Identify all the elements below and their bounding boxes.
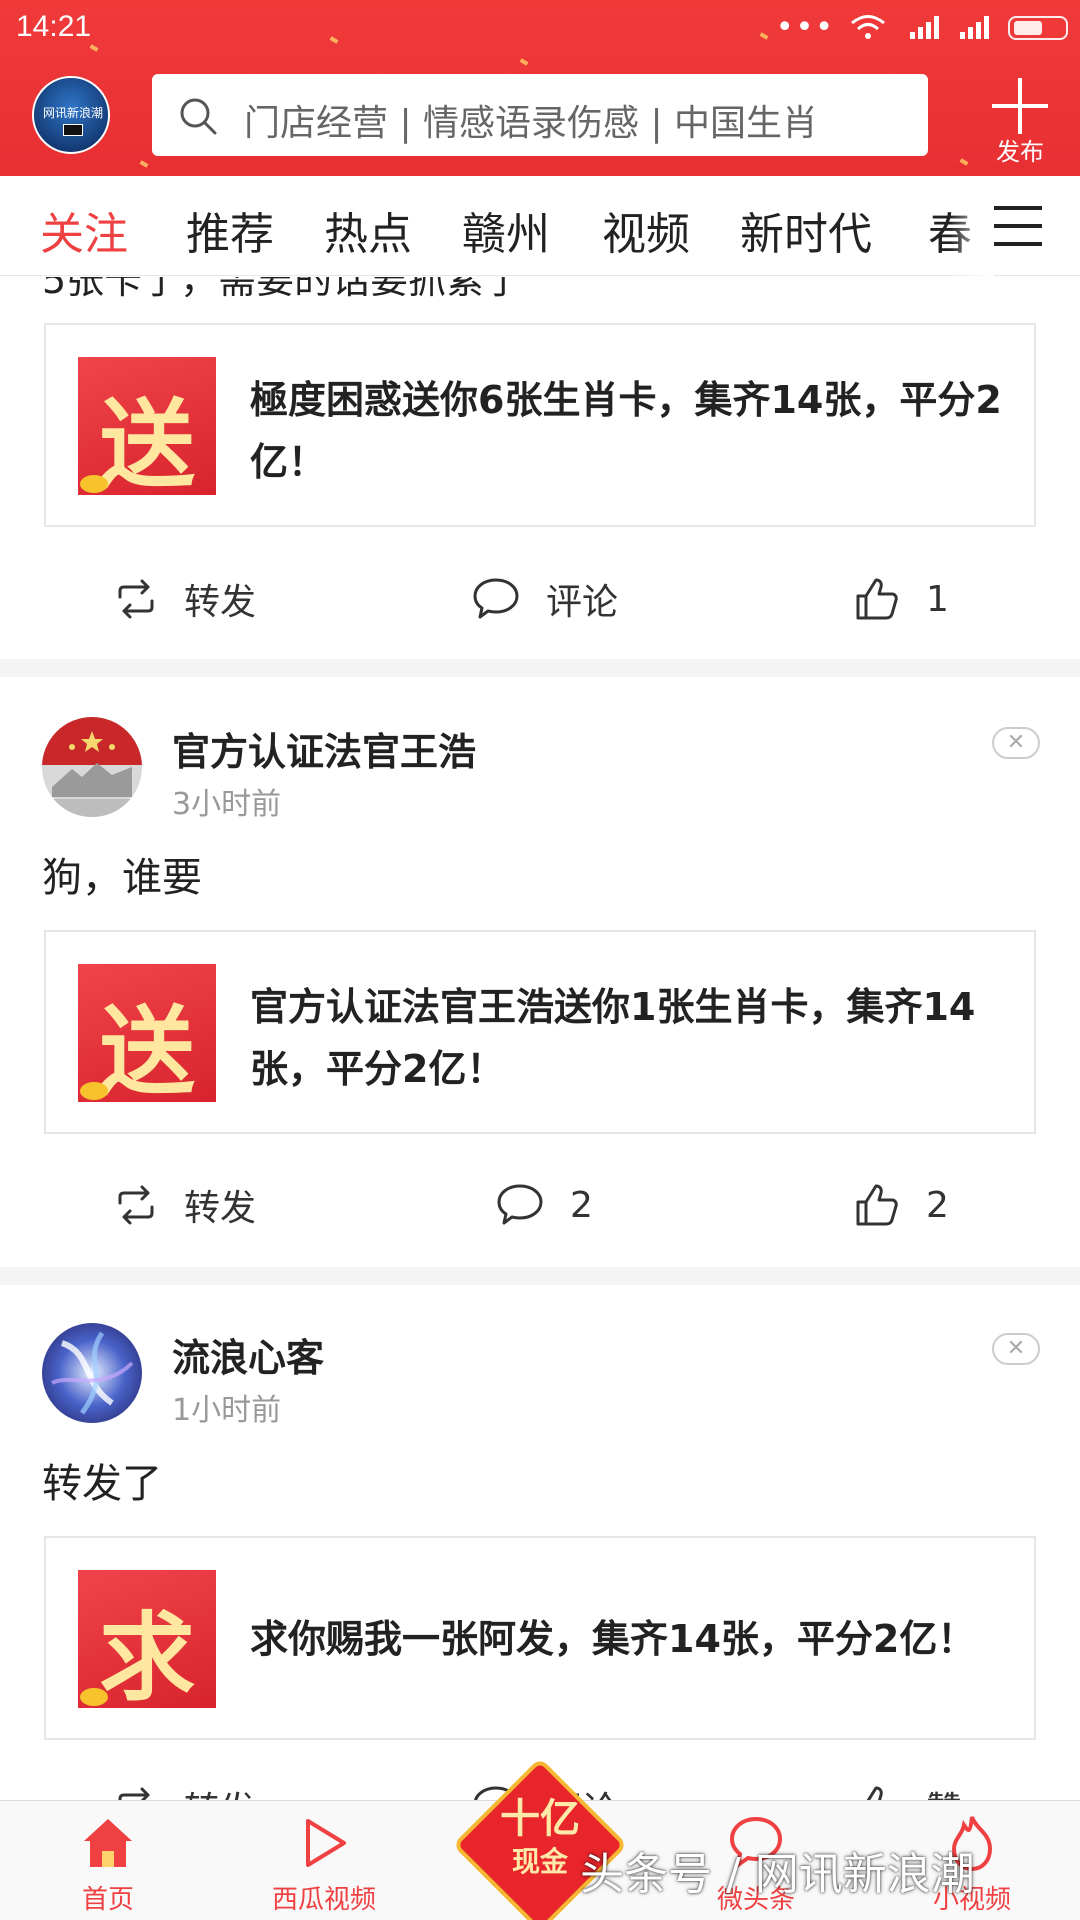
repost-button[interactable]: 转发 (114, 559, 256, 639)
account-avatar[interactable]: 网讯新浪潮 (32, 76, 110, 154)
dismiss-button[interactable]: ✕ (992, 1333, 1040, 1365)
card-thumbnail: 求 (78, 1570, 216, 1708)
comment-button[interactable]: 评论 (472, 559, 618, 639)
thumbs-up-icon (856, 1184, 898, 1226)
battery-icon (1008, 16, 1068, 40)
thumbs-up-icon (856, 578, 898, 620)
card-title: 求你赐我一张阿发，集齐14张，平分2亿！ (250, 1617, 976, 1661)
post-time: 3小时前 (172, 787, 282, 822)
tab-fade (950, 176, 994, 276)
share-card[interactable]: 送 官方认证法官王浩送你1张生肖卡，集齐14张，平分2亿！ (44, 930, 1036, 1134)
app-header: 14:21 ••• 网讯新浪潮 门店经营 | 情感语录伤感 | 中国生肖 发布 (0, 0, 1080, 176)
confetti-decoration (519, 58, 529, 66)
publish-label: 发布 (996, 138, 1044, 166)
card-title: 極度困惑送你6张生肖卡，集齐14张，平分2亿！ (250, 378, 1002, 484)
search-placeholder: 门店经营 | 情感语录伤感 | 中国生肖 (244, 103, 819, 144)
card-thumbnail: 送 (78, 357, 216, 495)
coin-icon (80, 475, 108, 493)
confetti-decoration (139, 160, 149, 168)
like-label: 赞 (926, 1781, 962, 1800)
tab-new-era[interactable]: 新时代 (740, 198, 872, 262)
comment-button[interactable]: 2 (496, 1165, 593, 1245)
status-time: 14:21 (16, 10, 92, 43)
post-header: 官方认证法官王浩 3小时前 ✕ (0, 717, 1080, 827)
repost-button[interactable]: 转发 (114, 1767, 256, 1800)
like-button[interactable]: 赞 (854, 1767, 962, 1800)
nav-xigua-label: 西瓜视频 (271, 1885, 376, 1915)
wifi-icon (851, 15, 885, 39)
channel-menu-icon[interactable] (994, 206, 1042, 246)
search-bar[interactable]: 门店经营 | 情感语录伤感 | 中国生肖 (152, 74, 928, 156)
comment-icon (473, 578, 519, 619)
dismiss-button[interactable]: ✕ (992, 727, 1040, 759)
post-actions: 转发 2 2 (0, 1165, 1080, 1245)
more-dots: ••• (775, 10, 835, 45)
post-actions: 转发 评论 1 (0, 559, 1080, 639)
repost-icon (118, 579, 154, 619)
tab-ganzhou[interactable]: 赣州 (462, 198, 550, 262)
signal-icon (910, 16, 939, 39)
repost-icon (118, 1787, 150, 1800)
like-button[interactable]: 2 (854, 1165, 949, 1245)
watermark: 头条号 / 网讯新浪潮 (580, 1849, 975, 1900)
card-title: 官方认证法官王浩送你1张生肖卡，集齐14张，平分2亿！ (250, 985, 976, 1091)
tab-hot[interactable]: 热点 (324, 198, 412, 262)
feed[interactable]: 5张卡了，需要的话要抓紧了 送 極度困惑送你6张生肖卡，集齐14张，平分2亿！ … (0, 277, 1080, 1800)
post-author[interactable]: 流浪心客 (172, 1327, 324, 1382)
publish-button[interactable]: 发布 (980, 70, 1060, 166)
like-button[interactable]: 1 (854, 559, 949, 639)
logo-text: 网讯新浪潮 (42, 106, 103, 120)
post-divider (0, 1267, 1080, 1285)
repost-label: 转发 (184, 1188, 257, 1229)
share-card[interactable]: 求 求你赐我一张阿发，集齐14张，平分2亿！ (44, 1536, 1036, 1740)
thumbs-up-icon (866, 1786, 883, 1800)
court-emblem-icon (42, 717, 142, 817)
play-icon (306, 1819, 346, 1867)
post-header: 流浪心客 1小时前 ✕ (0, 1323, 1080, 1433)
repost-label: 转发 (184, 1781, 256, 1800)
card-thumbnail: 送 (78, 964, 216, 1102)
repost-label: 转发 (184, 582, 257, 623)
like-count: 2 (926, 1184, 949, 1226)
post-text: 转发了 (42, 1461, 162, 1507)
confetti-decoration (959, 158, 969, 166)
like-count: 1 (926, 578, 949, 620)
tab-follow[interactable]: 关注 (40, 198, 128, 262)
plus-icon (992, 78, 1048, 134)
status-bar: 14:21 ••• (0, 0, 1080, 56)
post-divider (0, 659, 1080, 677)
tab-recommend[interactable]: 推荐 (186, 198, 274, 262)
share-card[interactable]: 送 極度困惑送你6张生肖卡，集齐14张，平分2亿！ (44, 323, 1036, 527)
home-icon (84, 1819, 132, 1867)
user-avatar[interactable] (42, 1323, 142, 1423)
nav-xigua-video[interactable]: 西瓜视频 (244, 1801, 404, 1920)
signal-icon (960, 16, 989, 39)
nav-home-label: 首页 (81, 1885, 134, 1915)
nav-home[interactable]: 首页 (28, 1801, 188, 1920)
coin-icon (80, 1082, 108, 1100)
post-text: 狗，谁要 (42, 855, 202, 901)
search-icon (180, 98, 217, 135)
abstract-avatar-icon (42, 1323, 142, 1423)
post-text-partial: 5张卡了，需要的话要抓紧了 (42, 277, 523, 302)
channel-tabs: 关注 推荐 热点 赣州 视频 新时代 春 (0, 176, 1080, 276)
post-time: 1小时前 (172, 1393, 282, 1428)
comment-label: 评论 (546, 582, 619, 623)
post-author[interactable]: 官方认证法官王浩 (172, 721, 476, 776)
comment-icon (497, 1184, 543, 1225)
repost-button[interactable]: 转发 (114, 1165, 256, 1245)
user-avatar[interactable] (42, 717, 142, 817)
comment-count: 2 (570, 1184, 593, 1226)
tab-video[interactable]: 视频 (602, 198, 690, 262)
coin-icon (80, 1688, 108, 1706)
repost-icon (118, 1185, 154, 1225)
monitor-icon (63, 124, 83, 136)
